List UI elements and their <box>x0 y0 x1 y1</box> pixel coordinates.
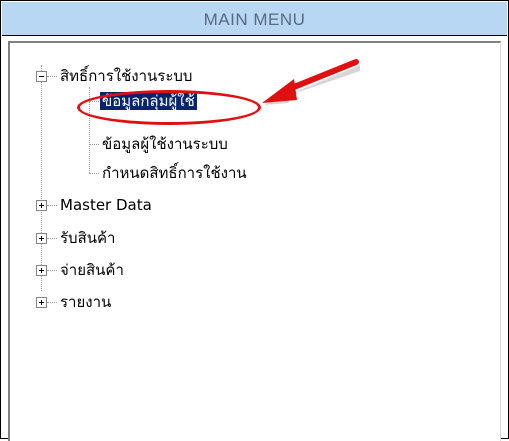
red-arrow-annotation <box>262 59 360 105</box>
